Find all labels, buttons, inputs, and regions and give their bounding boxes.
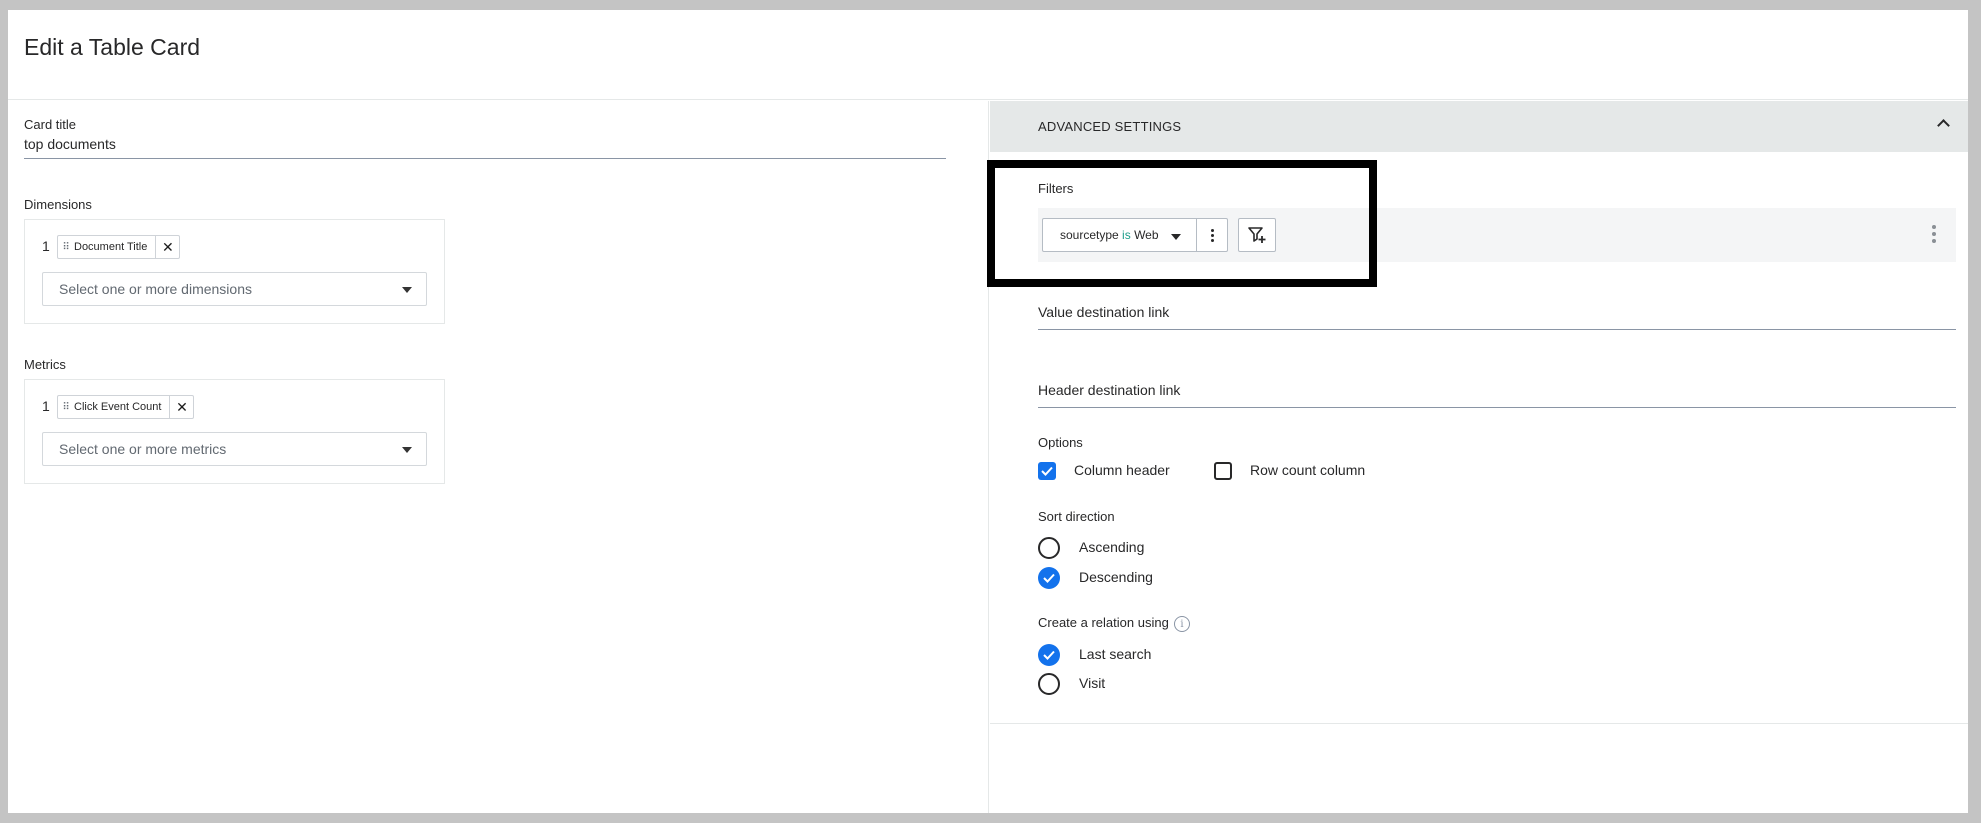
row-count-column-label: Row count column [1250,462,1366,478]
chevron-down-icon [402,287,412,293]
drag-handle-icon[interactable]: ⠿ [58,242,74,253]
card-title-value: top documents [24,136,116,152]
info-icon[interactable]: i [1174,616,1190,632]
add-filter-button[interactable] [1238,218,1276,252]
advanced-settings-header[interactable]: ADVANCED SETTINGS [990,101,1968,152]
card-title-label: Card title [24,117,77,132]
visit-label: Visit [1079,675,1106,691]
sort-direction-label: Sort direction [1038,509,1115,524]
descending-radio[interactable] [1038,567,1060,589]
dimensions-label: Dimensions [24,197,92,212]
filters-more-icon[interactable] [1932,225,1936,243]
dimensions-box: 1 ⠿ Document Title ✕ Select one or more … [24,219,445,324]
filter-pill[interactable]: sourcetype is Web [1042,218,1228,252]
edit-card-dialog: Edit a Table Card Card title top documen… [8,10,1968,813]
metric-pill[interactable]: ⠿ Click Event Count ✕ [57,395,195,419]
advanced-settings-pane: ADVANCED SETTINGS Filters sourcetype is … [990,101,1968,813]
left-pane: Card title top documents Dimensions 1 ⠿ … [8,101,989,813]
last-search-label: Last search [1079,646,1152,662]
relation-label: Create a relation using [1038,615,1169,630]
ascending-label: Ascending [1079,539,1145,555]
metrics-label: Metrics [24,357,66,372]
chevron-down-icon[interactable] [1171,234,1181,240]
last-search-radio[interactable] [1038,644,1060,666]
value-destination-link-input[interactable]: Value destination link [1038,301,1956,330]
ascending-radio[interactable] [1038,537,1060,559]
metric-index: 1 [42,398,50,414]
checkmark-icon [1043,573,1055,583]
row-count-column-checkbox[interactable] [1214,462,1232,480]
page-header: Edit a Table Card [8,10,1968,100]
dimension-pill[interactable]: ⠿ Document Title ✕ [57,235,181,259]
dimensions-select-placeholder: Select one or more dimensions [59,281,252,297]
drag-handle-icon[interactable]: ⠿ [58,402,74,413]
checkmark-icon [1041,466,1053,476]
remove-metric-icon[interactable]: ✕ [169,396,193,418]
advanced-settings-title: ADVANCED SETTINGS [1038,119,1182,134]
metric-pill-label: Click Event Count [74,401,162,413]
metrics-select[interactable]: Select one or more metrics [42,432,427,466]
section-divider [990,723,1968,724]
filters-strip: sourcetype is Web [1038,208,1956,262]
chevron-down-icon [402,447,412,453]
filter-more-icon[interactable] [1196,219,1228,251]
checkmark-icon [1043,650,1055,660]
options-label: Options [1038,435,1083,450]
dimension-index: 1 [42,238,50,254]
descending-label: Descending [1079,569,1153,585]
header-destination-link-label: Header destination link [1038,382,1181,398]
header-destination-link-input[interactable]: Header destination link [1038,379,1956,408]
chevron-up-icon[interactable] [1937,119,1950,132]
filter-field: sourcetype [1060,228,1119,242]
column-header-label: Column header [1074,462,1170,478]
filter-value: Web [1134,228,1159,242]
value-destination-link-label: Value destination link [1038,304,1170,320]
filters-label: Filters [1038,181,1074,196]
dimension-pill-label: Document Title [74,241,148,253]
visit-radio[interactable] [1038,673,1060,695]
dimensions-select[interactable]: Select one or more dimensions [42,272,427,306]
column-header-checkbox[interactable] [1038,462,1056,480]
metrics-select-placeholder: Select one or more metrics [59,441,227,457]
filter-operator: is [1122,228,1131,242]
page-title: Edit a Table Card [24,34,201,60]
metrics-box: 1 ⠿ Click Event Count ✕ Select one or mo… [24,379,445,484]
remove-dimension-icon[interactable]: ✕ [155,236,179,258]
filter-add-icon [1248,227,1266,243]
card-title-input[interactable]: top documents [24,133,946,159]
